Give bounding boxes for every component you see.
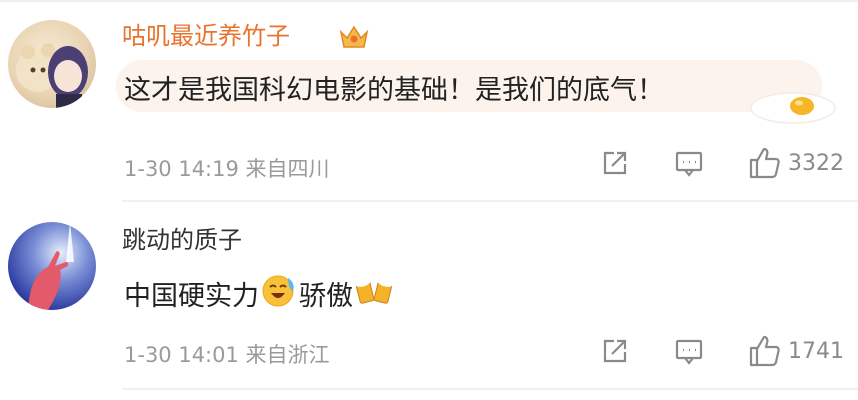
comment-text: 这才是我国科幻电影的基础！是我们的底气！ — [124, 75, 664, 106]
like-button[interactable]: 1741 — [748, 334, 844, 368]
comment-item: 咕叽最近养竹子 这才是我国科幻电影的基础！是我们的底气！ 1-30 14:19 … — [0, 0, 858, 202]
location: 来自浙江 — [245, 343, 330, 367]
comment-meta: 1-30 14:19 来自四川 — [124, 153, 330, 183]
username[interactable]: 跳动的质子 — [122, 224, 242, 256]
comment-divider — [122, 388, 858, 390]
like-count: 1741 — [788, 338, 844, 364]
comment-button[interactable] — [674, 336, 704, 366]
crying-laughing-emoji — [261, 272, 297, 315]
timestamp: 1-30 14:01 — [124, 343, 239, 367]
fried-egg-icon — [748, 88, 838, 126]
like-button[interactable]: 3322 — [748, 146, 844, 180]
comment-button[interactable] — [674, 148, 704, 178]
comment-item: 跳动的质子 中国硬实力 骄傲 1-30 14:01 来自浙江 1741 — [0, 202, 858, 400]
comment-actions: 1741 — [600, 334, 844, 368]
share-button[interactable] — [600, 336, 630, 366]
location: 来自四川 — [245, 157, 330, 181]
avatar[interactable] — [8, 20, 96, 108]
share-icon — [600, 148, 630, 178]
comment-actions: 3322 — [600, 146, 844, 180]
like-count: 3322 — [788, 150, 844, 176]
comment-text-part: 骄傲 — [299, 281, 353, 312]
share-button[interactable] — [600, 148, 630, 178]
thumbs-up-icon — [748, 146, 782, 180]
comment-text: 中国硬实力 骄傲 — [124, 272, 395, 315]
timestamp: 1-30 14:19 — [124, 157, 239, 181]
thumbs-up-icon — [748, 334, 782, 368]
username[interactable]: 咕叽最近养竹子 — [122, 20, 290, 52]
share-icon — [600, 336, 630, 366]
comment-text-part: 中国硬实力 — [124, 281, 259, 312]
avatar[interactable] — [8, 222, 96, 310]
comment-icon — [674, 336, 704, 366]
cheers-beer-emoji — [354, 272, 394, 315]
crown-badge-icon — [338, 22, 370, 52]
comment-meta: 1-30 14:01 来自浙江 — [124, 339, 330, 369]
comment-icon — [674, 148, 704, 178]
